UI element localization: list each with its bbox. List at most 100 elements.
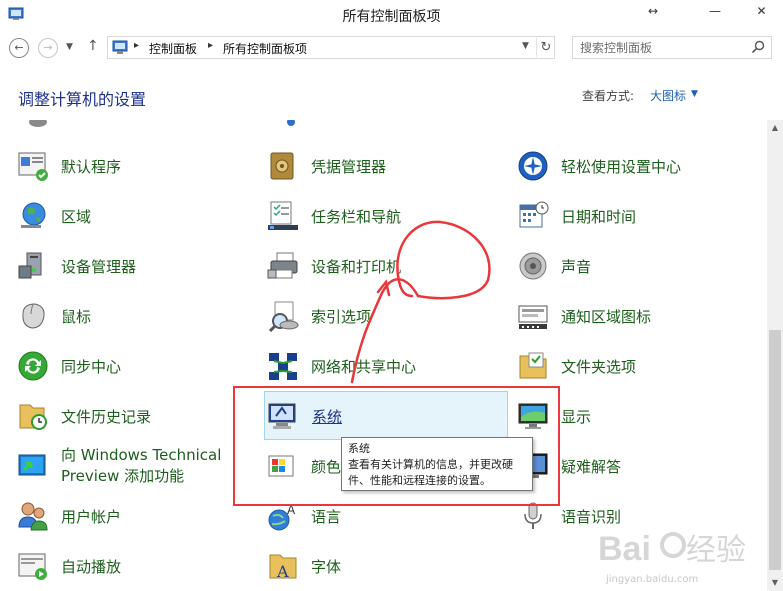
default-programs-icon <box>18 152 48 181</box>
search-icon[interactable] <box>751 40 765 54</box>
network-icon <box>269 353 297 380</box>
item-label: 向 Windows Technical Preview 添加功能 <box>61 446 222 485</box>
mouse-icon <box>22 303 45 329</box>
partial-row-icon <box>29 120 47 127</box>
item-label: 默认程序 <box>61 158 122 176</box>
item-autoplay[interactable]: 自动播放 <box>0 544 250 588</box>
title-bar: 所有控制面板项 ↔ — ✕ <box>0 0 783 30</box>
item-label: 声音 <box>561 258 592 276</box>
item-label: 疑难解答 <box>561 458 622 476</box>
region-globe-icon <box>21 202 46 228</box>
item-label: 索引选项 <box>311 308 372 326</box>
scroll-down-button[interactable]: ▼ <box>767 575 783 591</box>
breadcrumb-separator[interactable]: ▸ <box>134 40 139 51</box>
navigation-bar: ← → ▼ ↑ ▸ 控制面板 ▸ 所有控制面板项 ▼ ↻ <box>0 30 783 64</box>
view-by-dropdown[interactable]: 大图标 <box>650 87 686 104</box>
item-label: 网络和共享中心 <box>311 358 417 376</box>
partial-row-icon <box>287 120 295 126</box>
item-label: 通知区域图标 <box>561 308 652 326</box>
item-label: 显示 <box>561 408 592 426</box>
scroll-thumb[interactable] <box>769 330 781 570</box>
svg-text:Bai: Bai <box>598 530 651 568</box>
item-add-features[interactable]: 向 Windows Technical Preview 添加功能 <box>0 444 250 488</box>
tooltip-title: 系统 <box>348 442 370 455</box>
watermark: Bai 经验 jingyan.baidu.com <box>598 520 758 590</box>
add-features-icon <box>18 454 46 476</box>
item-credential-manager[interactable]: 凭据管理器 <box>250 144 500 188</box>
taskbar-icon <box>268 201 298 230</box>
item-label: 自动播放 <box>61 558 122 576</box>
svg-text:经验: 经验 <box>686 533 746 568</box>
minimize-button[interactable]: — <box>700 0 730 24</box>
close-button[interactable]: ✕ <box>740 0 783 24</box>
item-label: 语言 <box>311 508 342 526</box>
control-panel-crumb-icon <box>112 40 128 54</box>
item-region[interactable]: 区域 <box>0 194 250 238</box>
item-label: 任务栏和导航 <box>311 208 402 226</box>
item-date-time[interactable]: 日期和时间 <box>500 194 750 238</box>
item-mouse[interactable]: 鼠标 <box>0 294 250 338</box>
breadcrumb-control-panel[interactable]: 控制面板 <box>149 40 197 57</box>
scroll-up-button[interactable]: ▲ <box>767 120 783 136</box>
item-notification-area-icons[interactable]: 通知区域图标 <box>500 294 750 338</box>
file-history-icon <box>19 404 47 430</box>
sync-icon <box>18 351 48 381</box>
speaker-icon <box>519 252 547 280</box>
page-title: 调整计算机的设置 <box>18 90 147 109</box>
item-network-sharing[interactable]: 网络和共享中心 <box>250 344 500 388</box>
search-input[interactable] <box>573 37 743 58</box>
item-label: 字体 <box>311 558 342 576</box>
recent-locations-dropdown[interactable]: ▼ <box>66 42 73 52</box>
vertical-scrollbar[interactable]: ▲ ▼ <box>767 120 783 591</box>
watermark-url: jingyan.baidu.com <box>606 574 699 585</box>
item-folder-options[interactable]: 文件夹选项 <box>500 344 750 388</box>
calendar-clock-icon <box>519 201 549 228</box>
resize-button[interactable]: ↔ <box>638 0 668 24</box>
item-label: 同步中心 <box>61 358 122 376</box>
item-label: 文件夹选项 <box>561 358 637 376</box>
item-indexing-options[interactable]: 索引选项 <box>250 294 500 338</box>
item-label: 设备管理器 <box>61 258 137 276</box>
item-label: 区域 <box>61 208 92 226</box>
item-file-history[interactable]: 文件历史记录 <box>0 394 250 438</box>
item-sync-center[interactable]: 同步中心 <box>0 344 250 388</box>
chevron-down-icon[interactable]: ▼ <box>691 89 698 99</box>
search-box[interactable] <box>572 36 772 59</box>
item-label: 轻松使用设置中心 <box>561 158 682 176</box>
refresh-button[interactable]: ↻ <box>536 38 555 57</box>
view-by-label: 查看方式: <box>582 89 635 103</box>
tooltip-description: 查看有关计算机的信息，并更改硬件、性能和远程连接的设置。 <box>348 458 513 487</box>
breadcrumb-all-items[interactable]: 所有控制面板项 <box>223 40 307 57</box>
item-default-programs[interactable]: 默认程序 <box>0 144 250 188</box>
folder-options-icon <box>519 352 547 379</box>
font-icon: A <box>269 554 297 581</box>
item-label: 鼠标 <box>61 308 92 326</box>
tooltip: 系统 查看有关计算机的信息，并更改硬件、性能和远程连接的设置。 <box>341 437 533 491</box>
item-devices-printers[interactable]: 设备和打印机 <box>250 244 500 288</box>
printer-icon <box>267 252 298 279</box>
item-label: 文件历史记录 <box>61 408 152 426</box>
item-taskbar[interactable]: 任务栏和导航 <box>250 194 500 238</box>
item-ease-of-access[interactable]: 轻松使用设置中心 <box>500 144 750 188</box>
up-button[interactable]: ↑ <box>87 38 99 54</box>
item-label: 用户帐户 <box>61 508 122 526</box>
breadcrumb-separator[interactable]: ▸ <box>208 40 213 51</box>
ease-of-access-icon <box>518 151 548 181</box>
item-fonts[interactable]: A 字体 <box>250 544 500 588</box>
notification-area-icon <box>518 305 548 329</box>
svg-text:A: A <box>276 562 289 581</box>
address-bar[interactable]: ▸ 控制面板 ▸ 所有控制面板项 ▼ ↻ <box>107 36 555 59</box>
user-accounts-icon <box>18 502 48 531</box>
indexing-icon <box>268 301 299 332</box>
address-history-dropdown[interactable]: ▼ <box>522 41 529 51</box>
item-sound[interactable]: 声音 <box>500 244 750 288</box>
device-manager-icon <box>18 252 42 279</box>
baidu-logo: Bai 经验 <box>598 530 746 568</box>
forward-button[interactable]: → <box>38 38 58 58</box>
item-user-accounts[interactable]: 用户帐户 <box>0 494 250 538</box>
item-device-manager[interactable]: 设备管理器 <box>0 244 250 288</box>
item-label: 日期和时间 <box>561 208 637 226</box>
item-label: 凭据管理器 <box>311 158 387 176</box>
item-label: 设备和打印机 <box>311 258 402 276</box>
back-button[interactable]: ← <box>9 38 29 58</box>
